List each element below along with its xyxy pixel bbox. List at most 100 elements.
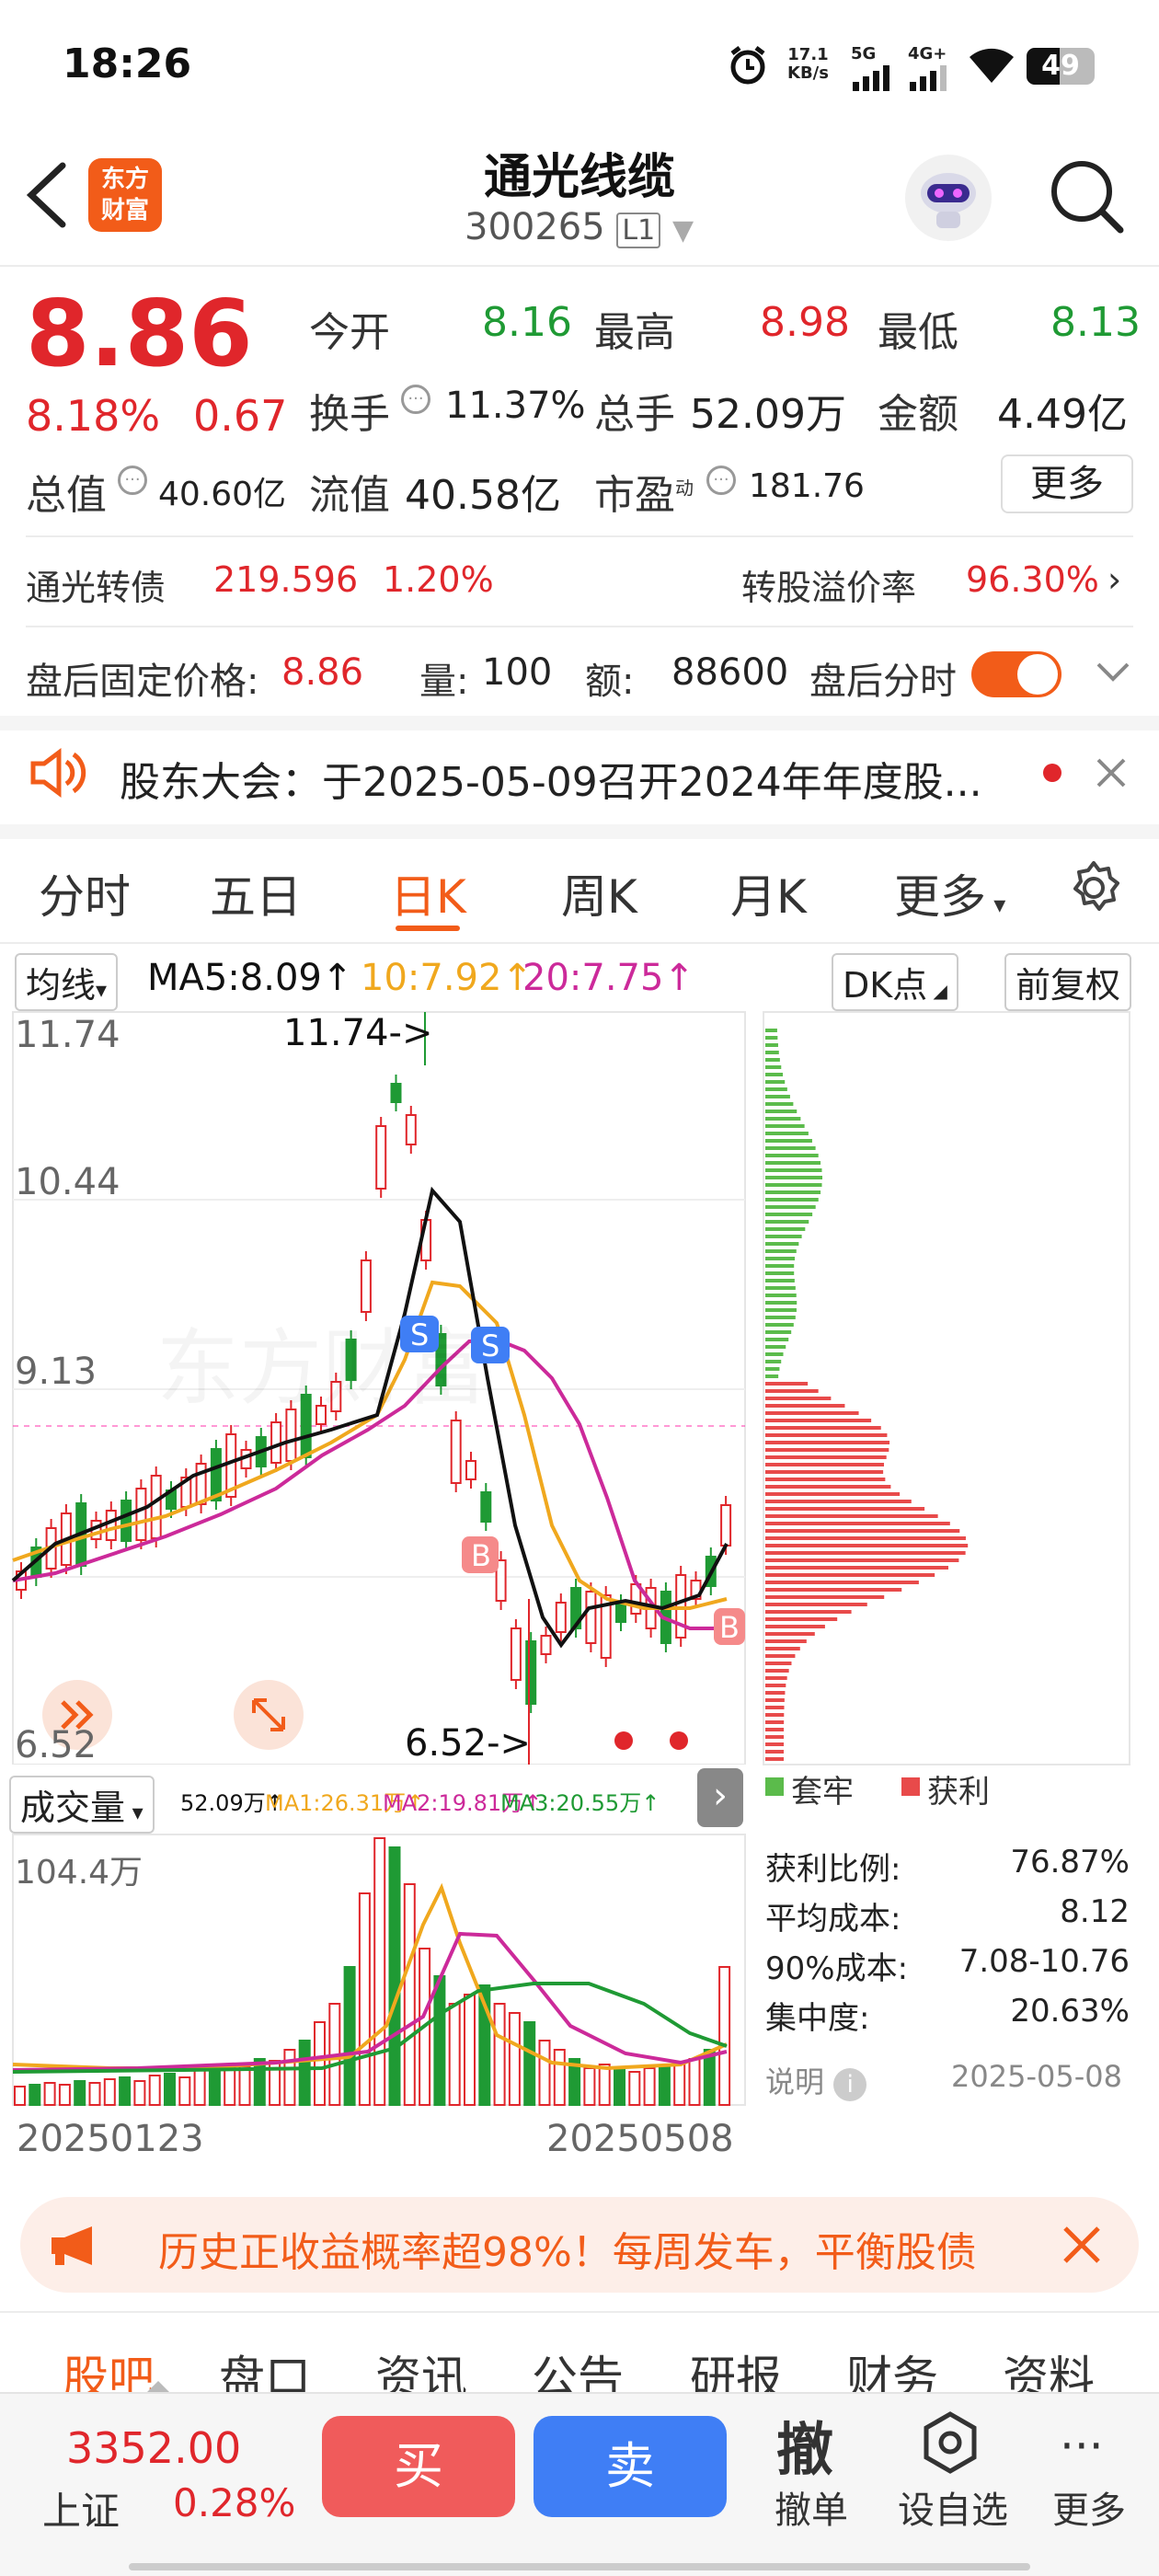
volume-bar bbox=[508, 2012, 521, 2106]
more-dots-icon: ··· bbox=[1060, 2420, 1104, 2473]
chip-bar bbox=[765, 1514, 938, 1518]
add-watchlist-button[interactable]: 设自选 bbox=[898, 2480, 1008, 2534]
chevron-right-icon[interactable]: › bbox=[1107, 559, 1121, 600]
battery-icon: 49 bbox=[1027, 48, 1095, 85]
candle bbox=[360, 1259, 372, 1313]
candle bbox=[540, 1635, 552, 1655]
tab-weekly-k[interactable]: 周K bbox=[561, 860, 637, 926]
change-percent: 8.18% bbox=[26, 391, 161, 441]
chip-bar bbox=[765, 1043, 778, 1047]
chip-bar bbox=[765, 1235, 802, 1238]
tab-intraday[interactable]: 分时 bbox=[39, 860, 131, 926]
chip-bar bbox=[765, 1433, 888, 1437]
volume-bar bbox=[238, 2065, 251, 2106]
volume-bar bbox=[718, 1966, 731, 2106]
chip-bar bbox=[765, 1536, 966, 1540]
notice-text[interactable]: 股东大会：于2025-05-09召开2024年年度股... bbox=[120, 749, 982, 808]
sell-button[interactable]: 卖 bbox=[534, 2416, 727, 2517]
chip-bar bbox=[765, 1492, 901, 1496]
volume-bar bbox=[58, 2084, 71, 2106]
chip-bar bbox=[765, 1411, 859, 1415]
chip-date: 2025-05-08 bbox=[951, 2059, 1122, 2094]
index-value[interactable]: 3352.00 bbox=[66, 2423, 241, 2473]
chip-bar bbox=[765, 1404, 845, 1408]
cancel-order-button[interactable]: 撤单 bbox=[775, 2480, 848, 2534]
chevron-down-icon[interactable] bbox=[1093, 651, 1133, 696]
last-price: 8.86 bbox=[26, 280, 253, 387]
after-hours-toggle[interactable] bbox=[971, 651, 1061, 697]
chip-bar bbox=[765, 1595, 885, 1599]
more-footer-button[interactable]: 更多 bbox=[1052, 2480, 1126, 2534]
low-label: 最低 bbox=[878, 309, 958, 356]
open-label: 今开 bbox=[309, 309, 390, 356]
signal-5g-icon: 5G bbox=[851, 44, 891, 91]
settings-gear-icon[interactable] bbox=[1065, 859, 1122, 920]
amount-label: 金额 bbox=[878, 391, 958, 438]
chip-bar bbox=[765, 1132, 809, 1135]
robot-assistant-icon[interactable] bbox=[905, 155, 992, 241]
chip-bar bbox=[765, 1419, 872, 1422]
adjust-select[interactable]: 前复权 bbox=[1004, 953, 1132, 1011]
more-button[interactable]: 更多 bbox=[1001, 454, 1133, 513]
tab-monthly-k[interactable]: 月K bbox=[730, 860, 807, 926]
pe-value: 181.76 bbox=[749, 467, 865, 505]
volume-bar bbox=[538, 2040, 551, 2106]
volume-bar bbox=[403, 1883, 416, 2106]
candle bbox=[285, 1409, 297, 1462]
promo-banner[interactable]: 历史正收益概率超98%！每周发车，平衡股债 bbox=[20, 2197, 1139, 2293]
event-dot[interactable] bbox=[614, 1731, 633, 1750]
y-tick-low: 6.52 bbox=[15, 1724, 98, 1766]
event-dot[interactable] bbox=[670, 1731, 688, 1750]
buy-button[interactable]: 买 bbox=[322, 2416, 515, 2517]
indicator-select[interactable]: 均线▾ bbox=[15, 953, 119, 1011]
chip-bar bbox=[765, 1124, 805, 1128]
cancel-order-icon: 撤 bbox=[776, 2416, 834, 2483]
chip-bar bbox=[765, 1389, 819, 1393]
candle bbox=[480, 1491, 492, 1523]
chip-bar bbox=[765, 1382, 809, 1386]
kline-chart[interactable]: 11.74-> 6.52-> 东方财富 S S B B bbox=[0, 1010, 754, 1765]
turnover-label: 换手 bbox=[309, 391, 390, 438]
alarm-icon bbox=[727, 44, 769, 90]
chip-bar bbox=[765, 1279, 795, 1282]
chip-bar bbox=[765, 1080, 786, 1084]
volume-bar bbox=[283, 2049, 296, 2106]
after-hours-amt-label: 额: bbox=[585, 661, 635, 703]
dk-point-select[interactable]: DK点 ◢ bbox=[832, 953, 958, 1011]
candle bbox=[555, 1602, 567, 1633]
chip-bar bbox=[765, 1338, 789, 1341]
search-icon[interactable] bbox=[1047, 156, 1126, 239]
candle bbox=[135, 1488, 147, 1541]
volume-bar bbox=[29, 2084, 41, 2106]
chip-bar bbox=[765, 1367, 780, 1371]
chip-bar bbox=[765, 1102, 794, 1106]
info-icon[interactable]: ··· bbox=[401, 385, 430, 414]
volume-indicator-select[interactable]: 成交量 ▾ bbox=[9, 1776, 155, 1834]
info-icon[interactable]: ··· bbox=[706, 466, 736, 495]
close-icon[interactable] bbox=[1093, 754, 1130, 795]
tab-more[interactable]: 更多 ▾ bbox=[894, 860, 1005, 926]
stock-code[interactable]: 300265 L1 ▼ bbox=[465, 206, 694, 248]
info-icon[interactable]: ··· bbox=[118, 466, 147, 495]
bond-name[interactable]: 通光转债 bbox=[26, 559, 166, 610]
chip-bar bbox=[765, 1271, 795, 1275]
chip-bar bbox=[765, 1330, 792, 1334]
chip-note[interactable]: 说明 i bbox=[765, 2059, 867, 2101]
chevron-right-icon[interactable]: › bbox=[697, 1768, 743, 1827]
volume-bar bbox=[658, 2065, 671, 2106]
chip-bar bbox=[765, 1662, 792, 1665]
volume-bar bbox=[343, 1966, 356, 2106]
tab-5day[interactable]: 五日 bbox=[210, 860, 302, 926]
bond-price: 219.596 bbox=[213, 559, 359, 600]
chip-bar bbox=[765, 1345, 786, 1349]
chip-bar bbox=[765, 1286, 796, 1290]
chip-bar bbox=[765, 1426, 881, 1430]
svg-text:B: B bbox=[471, 1538, 491, 1573]
legend-trap-swatch bbox=[765, 1777, 784, 1796]
tab-daily-k[interactable]: 日K bbox=[390, 860, 466, 926]
volume-bar bbox=[643, 2067, 656, 2106]
volume-bar bbox=[298, 2040, 311, 2106]
chip-bar bbox=[765, 1558, 959, 1562]
ma10-value: 10:7.92↑ bbox=[361, 957, 533, 999]
close-icon[interactable] bbox=[1061, 2225, 1102, 2265]
